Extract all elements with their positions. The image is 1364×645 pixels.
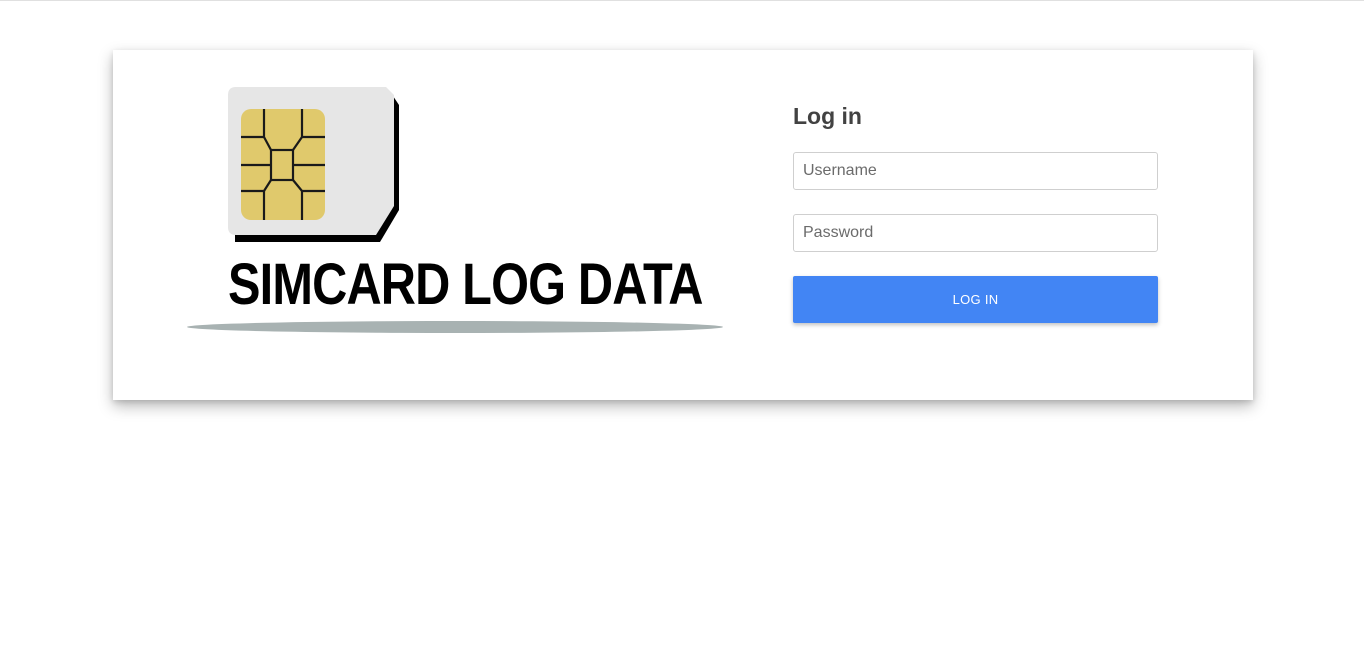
form-title: Log in bbox=[793, 103, 862, 129]
simcard-log-data-logo: SIMCARD LOG DATA bbox=[183, 80, 733, 350]
login-card: SIMCARD LOG DATA Log in LOG IN bbox=[113, 50, 1253, 400]
login-form: Log in LOG IN bbox=[793, 100, 1158, 323]
top-border bbox=[0, 0, 1364, 1]
login-button[interactable]: LOG IN bbox=[793, 276, 1158, 323]
logo-title: SIMCARD LOG DATA bbox=[228, 252, 703, 317]
username-input[interactable] bbox=[793, 152, 1158, 190]
logo-shadow bbox=[187, 321, 723, 333]
password-input[interactable] bbox=[793, 214, 1158, 252]
